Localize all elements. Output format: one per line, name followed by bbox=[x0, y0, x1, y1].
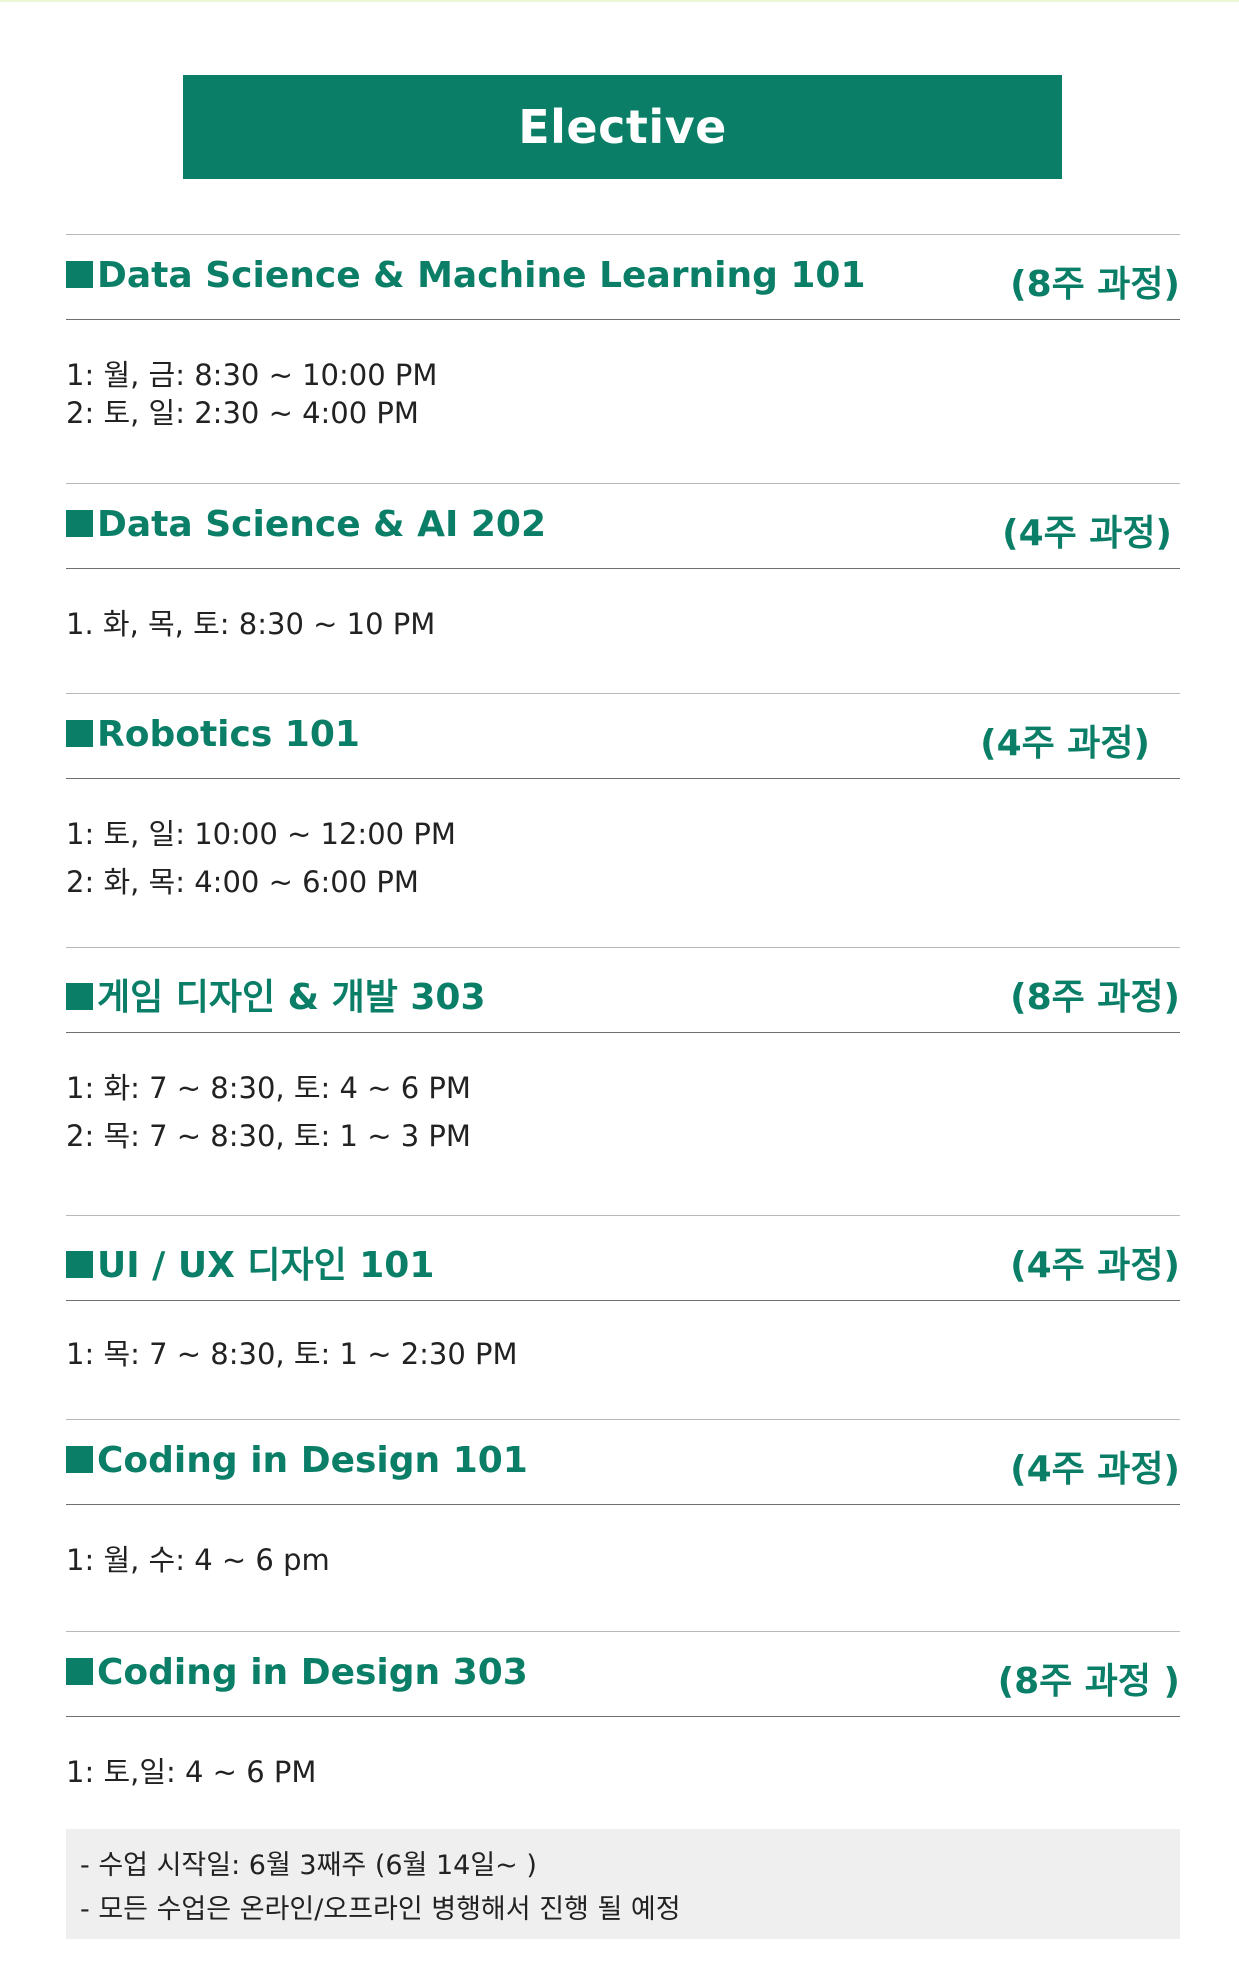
page-title: Elective bbox=[518, 100, 727, 154]
course-title: UI / UX 디자인 101 bbox=[66, 1236, 434, 1288]
course-duration: (4주 과정) bbox=[1010, 1449, 1180, 1490]
header-banner: Elective bbox=[183, 75, 1062, 179]
schedule-line: 2: 토, 일: 2:30 ~ 4:00 PM bbox=[66, 396, 419, 430]
course-header: Coding in Design 101 (4주 과정) bbox=[66, 1419, 1180, 1505]
schedule-line: 1. 화, 목, 토: 8:30 ~ 10 PM bbox=[66, 607, 436, 641]
course-title: Robotics 101 bbox=[66, 714, 360, 755]
schedule-line: 1: 목: 7 ~ 8:30, 토: 1 ~ 2:30 PM bbox=[66, 1337, 518, 1371]
schedule-line: 2: 목: 7 ~ 8:30, 토: 1 ~ 3 PM bbox=[66, 1119, 471, 1153]
course-header: Coding in Design 303 (8주 과정 ) bbox=[66, 1631, 1180, 1717]
course-title: Coding in Design 101 bbox=[66, 1440, 528, 1481]
course-block: Data Science & AI 202 (4주 과정) 1. 화, 목, 토… bbox=[66, 483, 1180, 641]
course-title: Data Science & Machine Learning 101 bbox=[66, 255, 866, 296]
square-bullet-icon bbox=[66, 1658, 93, 1685]
course-title: Coding in Design 303 bbox=[66, 1652, 528, 1693]
notes-box: - 수업 시작일: 6월 3째주 (6월 14일~ ) - 모든 수업은 온라인… bbox=[66, 1829, 1180, 1939]
course-block: Coding in Design 101 (4주 과정) 1: 월, 수: 4 … bbox=[66, 1419, 1180, 1577]
square-bullet-icon bbox=[66, 1251, 93, 1278]
note-line: - 모든 수업은 온라인/오프라인 병행해서 진행 될 예정 bbox=[80, 1894, 681, 1925]
course-block: Coding in Design 303 (8주 과정 ) 1: 토,일: 4 … bbox=[66, 1631, 1180, 1789]
course-duration: (4주 과정) bbox=[980, 723, 1150, 764]
course-duration: (8주 과정) bbox=[1010, 264, 1180, 305]
square-bullet-icon bbox=[66, 983, 93, 1010]
square-bullet-icon bbox=[66, 1446, 93, 1473]
course-header: Robotics 101 (4주 과정) bbox=[66, 693, 1180, 779]
course-title: Data Science & AI 202 bbox=[66, 504, 546, 545]
schedule-line: 1: 토, 일: 10:00 ~ 12:00 PM bbox=[66, 817, 456, 851]
course-duration: (8주 과정) bbox=[1010, 977, 1180, 1018]
course-title: 게임 디자인 & 개발 303 bbox=[66, 968, 486, 1020]
course-duration: (4주 과정) bbox=[1002, 513, 1172, 554]
schedule-line: 1: 토,일: 4 ~ 6 PM bbox=[66, 1755, 317, 1789]
square-bullet-icon bbox=[66, 261, 93, 288]
course-block: UI / UX 디자인 101 (4주 과정) 1: 목: 7 ~ 8:30, … bbox=[66, 1215, 1180, 1371]
course-header: Data Science & AI 202 (4주 과정) bbox=[66, 483, 1180, 569]
schedule-line: 1: 화: 7 ~ 8:30, 토: 4 ~ 6 PM bbox=[66, 1071, 471, 1105]
course-block: Data Science & Machine Learning 101 (8주 … bbox=[66, 234, 1180, 430]
top-divider bbox=[0, 0, 1239, 2]
course-duration: (4주 과정) bbox=[1010, 1245, 1180, 1286]
schedule-line: 2: 화, 목: 4:00 ~ 6:00 PM bbox=[66, 865, 419, 899]
course-block: Robotics 101 (4주 과정) 1: 토, 일: 10:00 ~ 12… bbox=[66, 693, 1180, 899]
schedule-line: 1: 월, 금: 8:30 ~ 10:00 PM bbox=[66, 358, 438, 392]
note-line: - 수업 시작일: 6월 3째주 (6월 14일~ ) bbox=[80, 1850, 537, 1881]
course-header: Data Science & Machine Learning 101 (8주 … bbox=[66, 234, 1180, 320]
schedule-line: 1: 월, 수: 4 ~ 6 pm bbox=[66, 1543, 330, 1577]
course-duration: (8주 과정 ) bbox=[997, 1661, 1180, 1702]
course-header: 게임 디자인 & 개발 303 (8주 과정) bbox=[66, 947, 1180, 1033]
square-bullet-icon bbox=[66, 720, 93, 747]
square-bullet-icon bbox=[66, 510, 93, 537]
course-header: UI / UX 디자인 101 (4주 과정) bbox=[66, 1215, 1180, 1301]
course-block: 게임 디자인 & 개발 303 (8주 과정) 1: 화: 7 ~ 8:30, … bbox=[66, 947, 1180, 1153]
